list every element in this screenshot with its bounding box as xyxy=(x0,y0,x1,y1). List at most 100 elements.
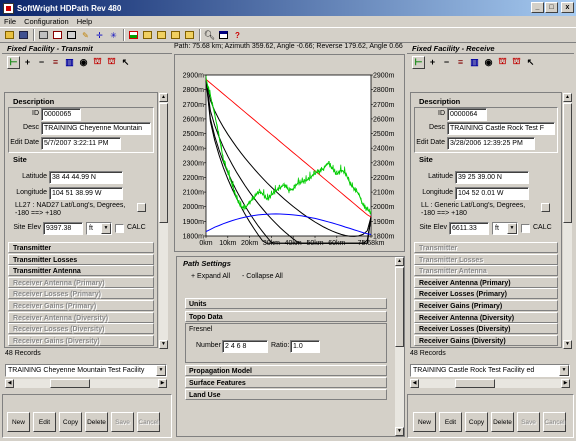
fresnel-number-field[interactable]: 2 4 6 8 xyxy=(222,340,268,353)
scroll-up-icon[interactable]: ▲ xyxy=(563,93,572,102)
binoculars-icon[interactable]: ◉ xyxy=(77,56,90,69)
calc-checkbox[interactable] xyxy=(521,224,530,233)
remove-icon[interactable]: − xyxy=(440,56,453,69)
remove-icon[interactable]: − xyxy=(35,56,48,69)
zoom-icon[interactable]: 🔍︎ xyxy=(203,29,216,41)
delete-button[interactable]: Delete xyxy=(491,412,514,432)
receive-hscroll[interactable]: ◀ ▶ xyxy=(410,379,570,388)
scroll-thumb[interactable] xyxy=(563,103,572,223)
collapse-all-link[interactable]: - Collapse All xyxy=(242,273,283,280)
new-button[interactable]: New xyxy=(413,412,436,432)
new-button[interactable]: New xyxy=(7,412,30,432)
section-transmitter-losses[interactable]: Transmitter Losses xyxy=(414,253,558,265)
checklist-icon[interactable] xyxy=(51,29,64,41)
help-icon[interactable]: ? xyxy=(231,29,244,41)
range-icon[interactable]: ⊢ xyxy=(7,55,20,69)
site-elev-field[interactable]: 9397.38 xyxy=(43,222,83,235)
transmit-facility-select[interactable]: TRAINING Cheyenne Mountain Test Facility… xyxy=(5,364,167,377)
scroll-down-icon[interactable]: ▼ xyxy=(563,340,572,349)
scroll-up-icon[interactable]: ▲ xyxy=(395,257,404,266)
menu-file[interactable]: File xyxy=(4,17,16,26)
id-field[interactable]: 0000064 xyxy=(447,108,487,121)
landuse-section[interactable]: Land Use xyxy=(185,389,387,400)
menu-help[interactable]: Help xyxy=(77,17,92,26)
fresnel-ratio-field[interactable]: 1.0 xyxy=(290,340,320,353)
edit-button[interactable]: Edit xyxy=(33,412,56,432)
topo-section[interactable]: Topo Data xyxy=(185,311,387,322)
surface-section[interactable]: Surface Features xyxy=(185,377,387,388)
cursor-icon[interactable]: ↖ xyxy=(119,56,132,69)
maximize-button[interactable]: □ xyxy=(545,2,558,13)
binoculars-icon[interactable]: ◉ xyxy=(482,56,495,69)
save-button[interactable]: Save xyxy=(517,412,540,432)
id-field[interactable]: 0000065 xyxy=(41,108,81,121)
save-button[interactable]: Save xyxy=(111,412,134,432)
window-icon[interactable] xyxy=(217,29,230,41)
edit-icon[interactable]: ✎ xyxy=(79,29,92,41)
star-icon[interactable]: ✳ xyxy=(107,29,120,41)
folder-icon[interactable] xyxy=(141,29,154,41)
hscroll-thumb[interactable] xyxy=(50,379,90,388)
tower-icon[interactable]: ⛫ xyxy=(91,56,104,69)
add-icon[interactable]: + xyxy=(426,56,439,69)
expand-all-link[interactable]: + Expand All xyxy=(191,273,230,280)
longitude-field[interactable]: 104 52 0.01 W xyxy=(455,187,529,200)
section-receiver-antenna-primary[interactable]: Receiver Antenna (Primary) xyxy=(8,276,154,288)
section-receiver-antenna-diversity[interactable]: Receiver Antenna (Diversity) xyxy=(414,311,558,323)
tower-edit-icon[interactable]: ⛫ xyxy=(510,56,523,69)
save-icon[interactable] xyxy=(17,29,30,41)
minimize-button[interactable]: _ xyxy=(531,2,544,13)
desc-field[interactable]: TRAINING Cheyenne Mountain xyxy=(41,122,151,135)
scroll-thumb[interactable] xyxy=(395,267,404,347)
copy-button[interactable]: Copy xyxy=(465,412,488,432)
scroll-up-icon[interactable]: ▲ xyxy=(159,93,168,102)
cancel-button[interactable]: Cancel xyxy=(543,412,566,432)
menu-configuration[interactable]: Configuration xyxy=(24,17,69,26)
section-transmitter-losses[interactable]: Transmitter Losses xyxy=(8,253,154,265)
folder4-icon[interactable] xyxy=(183,29,196,41)
edit-date-field[interactable]: 3/28/2006 12:39:25 PM xyxy=(447,137,535,150)
range-icon[interactable]: ⊢ xyxy=(412,55,425,69)
section-receiver-gains-primary[interactable]: Receiver Gains (Primary) xyxy=(414,300,558,311)
tower-edit-icon[interactable]: ⛫ xyxy=(105,56,118,69)
tower-icon[interactable]: ⛫ xyxy=(496,56,509,69)
open-icon[interactable] xyxy=(3,29,16,41)
list-icon[interactable]: ≡ xyxy=(49,56,62,69)
cancel-button[interactable]: Cancel xyxy=(137,412,160,432)
propagation-section[interactable]: Propagation Model xyxy=(185,365,387,376)
scroll-thumb[interactable] xyxy=(159,103,168,223)
desc-field[interactable]: TRAINING Castle Rock Test F xyxy=(447,122,555,135)
hscroll-thumb[interactable] xyxy=(455,379,495,388)
section-receiver-gains-primary[interactable]: Receiver Gains (Primary) xyxy=(8,300,154,311)
scroll-right-icon[interactable]: ▶ xyxy=(561,379,570,388)
transmit-hscroll[interactable]: ◀ ▶ xyxy=(5,379,167,388)
settings-scrollbar[interactable]: ▲ ▼ xyxy=(395,257,404,436)
section-receiver-gains-diversity[interactable]: Receiver Gains (Diversity) xyxy=(8,334,154,346)
delete-button[interactable]: Delete xyxy=(85,412,108,432)
add-icon[interactable]: + xyxy=(21,56,34,69)
print-icon[interactable] xyxy=(37,29,50,41)
section-receiver-losses-diversity[interactable]: Receiver Losses (Diversity) xyxy=(8,323,154,335)
folder2-icon[interactable] xyxy=(155,29,168,41)
cursor-icon[interactable]: ↖ xyxy=(524,56,537,69)
scroll-right-icon[interactable]: ▶ xyxy=(158,379,167,388)
receive-facility-select[interactable]: TRAINING Castle Rock Test Facility ed ▼ xyxy=(410,364,570,377)
close-button[interactable]: x xyxy=(561,2,574,13)
section-receiver-antenna-primary[interactable]: Receiver Antenna (Primary) xyxy=(414,276,558,288)
section-transmitter[interactable]: Transmitter xyxy=(8,242,154,253)
edit-date-field[interactable]: 5/7/2007 3:22:11 PM xyxy=(41,137,121,150)
section-receiver-gains-diversity[interactable]: Receiver Gains (Diversity) xyxy=(414,334,558,346)
transmit-scrollbar[interactable]: ▲ ▼ xyxy=(159,93,168,349)
edit-button[interactable]: Edit xyxy=(439,412,462,432)
section-transmitter[interactable]: Transmitter xyxy=(414,242,558,253)
longitude-field[interactable]: 104 51 38.99 W xyxy=(49,187,123,200)
elev-unit-select[interactable]: ft ▼ xyxy=(492,222,518,235)
scroll-left-icon[interactable]: ◀ xyxy=(5,379,14,388)
calc-checkbox[interactable] xyxy=(115,224,124,233)
latitude-field[interactable]: 38 44 44.99 N xyxy=(49,171,123,184)
crosshair-icon[interactable]: ✛ xyxy=(93,29,106,41)
section-receiver-losses-diversity[interactable]: Receiver Losses (Diversity) xyxy=(414,323,558,335)
section-receiver-losses-primary[interactable]: Receiver Losses (Primary) xyxy=(8,288,154,300)
section-receiver-losses-primary[interactable]: Receiver Losses (Primary) xyxy=(414,288,558,300)
copy-button[interactable]: Copy xyxy=(59,412,82,432)
